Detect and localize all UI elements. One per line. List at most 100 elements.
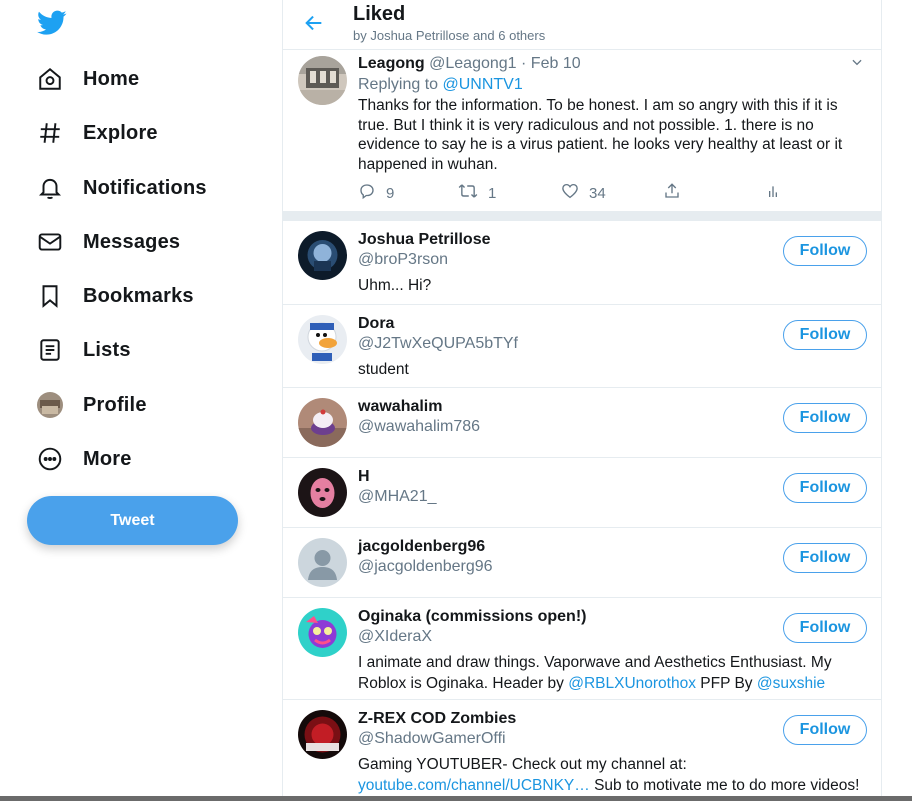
sidebar-item-profile[interactable]: Profile [36, 385, 147, 425]
heart-icon [561, 182, 579, 204]
replying-to-prefix: Replying to [358, 76, 439, 93]
follow-button[interactable]: Follow [783, 715, 867, 745]
analytics-icon [765, 182, 781, 204]
follow-button[interactable]: Follow [783, 236, 867, 266]
tweet-button[interactable]: Tweet [27, 496, 238, 545]
bio-url-link[interactable]: youtube.com/channel/UCBNKY… [358, 777, 590, 794]
sidebar-item-bookmarks[interactable]: Bookmarks [36, 276, 194, 316]
replying-to-line: Replying to @UNNTV1 [358, 76, 523, 94]
back-arrow-icon[interactable] [303, 12, 327, 36]
user-handle[interactable]: @jacgoldenberg96 [358, 558, 493, 576]
user-cell[interactable]: jacgoldenberg96 @jacgoldenberg96 Follow [283, 528, 881, 598]
main-column: Liked by Joshua Petrillose and 6 others … [282, 0, 882, 801]
analytics-button[interactable] [765, 182, 781, 204]
sidebar-item-home[interactable]: Home [36, 59, 139, 99]
sidebar-nav: Home Explore Notifications Messages Book… [0, 0, 282, 801]
user-name[interactable]: Oginaka (commissions open!) [358, 608, 586, 626]
bio-text: Gaming YOUTUBER- Check out my channel at… [358, 756, 687, 773]
retweet-count: 1 [488, 184, 497, 202]
tweet-author-handle[interactable]: @Leagong1 [429, 55, 516, 72]
user-name[interactable]: wawahalim [358, 398, 442, 416]
tweet-header: Leagong @Leagong1 · Feb 10 [358, 55, 581, 73]
follow-button[interactable]: Follow [783, 613, 867, 643]
separator-dot: · [521, 55, 527, 72]
reply-button[interactable]: 9 [358, 182, 394, 204]
avatar[interactable] [298, 231, 347, 280]
user-cell[interactable]: Dora @J2TwXeQUPA5bTYf Follow student [283, 305, 881, 388]
user-handle[interactable]: @wawahalim786 [358, 418, 480, 436]
user-name[interactable]: Joshua Petrillose [358, 231, 491, 249]
user-bio: Uhm... Hi? [358, 276, 868, 297]
sidebar-item-lists[interactable]: Lists [36, 330, 131, 370]
like-count: 34 [589, 184, 606, 202]
user-handle[interactable]: @broP3rson [358, 251, 448, 269]
user-handle[interactable]: @MHA21_ [358, 488, 437, 506]
more-circle-icon [36, 445, 64, 473]
avatar [36, 391, 64, 419]
bio-text: PFP By [695, 674, 757, 692]
avatar[interactable] [298, 398, 347, 447]
follow-button[interactable]: Follow [783, 320, 867, 350]
retweet-button[interactable]: 1 [458, 182, 496, 204]
avatar[interactable] [298, 468, 347, 517]
bio-mention-link[interactable]: @RBLXUnorothox [568, 675, 696, 692]
share-button[interactable] [663, 182, 681, 204]
user-handle[interactable]: @XIderaX [358, 628, 432, 646]
tweet-date[interactable]: Feb 10 [531, 55, 581, 72]
user-bio: student [358, 360, 868, 381]
avatar[interactable] [298, 710, 347, 759]
user-bio: I animate and draw things. Vaporwave and… [358, 653, 868, 694]
user-name[interactable]: H [358, 468, 370, 486]
page-title: Liked [353, 3, 406, 25]
avatar[interactable] [298, 538, 347, 587]
tweet[interactable]: Leagong @Leagong1 · Feb 10 Replying to @… [283, 51, 881, 211]
sidebar-item-explore[interactable]: Explore [36, 113, 158, 153]
sidebar-item-label: Explore [83, 121, 158, 144]
user-cell[interactable]: H @MHA21_ Follow [283, 458, 881, 528]
user-handle[interactable]: @J2TwXeQUPA5bTYf [358, 335, 518, 353]
user-name[interactable]: Dora [358, 315, 394, 333]
user-cell[interactable]: Joshua Petrillose @broP3rson Follow Uhm.… [283, 221, 881, 305]
reply-icon [358, 182, 376, 204]
user-cell[interactable]: Z-REX COD Zombies @ShadowGamerOffi Follo… [283, 700, 881, 801]
user-handle[interactable]: @ShadowGamerOffi [358, 730, 506, 748]
user-name[interactable]: Z-REX COD Zombies [358, 710, 516, 728]
sidebar-item-more[interactable]: More [36, 439, 132, 479]
bio-mention-link[interactable]: @suxshie [757, 675, 825, 692]
sidebar-item-label: Lists [83, 338, 131, 361]
bio-text: Sub to motivate me to do more videos! [589, 776, 860, 794]
follow-button[interactable]: Follow [783, 543, 867, 573]
user-name[interactable]: jacgoldenberg96 [358, 538, 485, 556]
sidebar-item-label: Profile [83, 393, 147, 416]
sidebar-item-label: Bookmarks [83, 284, 194, 307]
section-divider [283, 211, 881, 221]
user-cell[interactable]: Oginaka (commissions open!) @XIderaX Fol… [283, 598, 881, 700]
avatar[interactable] [298, 315, 347, 364]
window-bottom-edge [0, 796, 912, 801]
bio-text: Uhm... Hi? [358, 277, 432, 294]
replying-to-link[interactable]: @UNNTV1 [443, 76, 523, 93]
sidebar-item-label: Notifications [83, 176, 207, 199]
sidebar-item-notifications[interactable]: Notifications [36, 168, 207, 208]
sidebar-item-label: Home [83, 67, 140, 90]
bell-icon [36, 174, 64, 202]
tweet-author-name[interactable]: Leagong [358, 55, 425, 72]
home-icon [36, 65, 64, 93]
envelope-icon [36, 228, 64, 256]
avatar[interactable] [298, 56, 347, 105]
follow-button[interactable]: Follow [783, 473, 867, 503]
sidebar-item-label: More [83, 447, 132, 470]
avatar[interactable] [298, 608, 347, 657]
hashtag-icon [36, 119, 64, 147]
sidebar-item-messages[interactable]: Messages [36, 222, 180, 262]
share-icon [663, 182, 681, 204]
sidebar-item-label: Messages [83, 230, 181, 253]
reply-count: 9 [386, 184, 395, 202]
retweet-icon [458, 182, 478, 204]
user-cell[interactable]: wawahalim @wawahalim786 Follow [283, 388, 881, 458]
follow-button[interactable]: Follow [783, 403, 867, 433]
chevron-down-icon[interactable] [850, 55, 866, 71]
bio-text: student [358, 361, 409, 378]
twitter-bird-logo[interactable] [37, 10, 69, 38]
like-button[interactable]: 34 [561, 182, 606, 204]
